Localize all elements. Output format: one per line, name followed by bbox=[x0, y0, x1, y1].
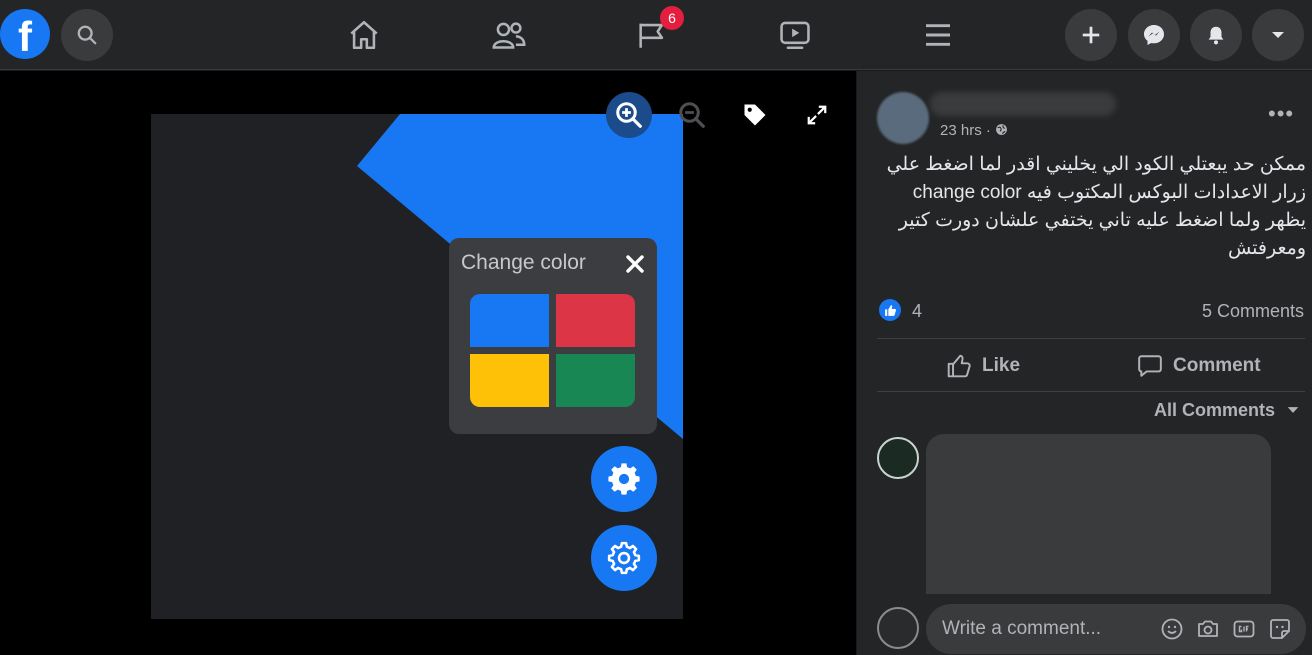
like-reaction-icon[interactable] bbox=[879, 299, 901, 321]
facebook-logo[interactable]: f bbox=[0, 9, 50, 59]
like-count[interactable]: 4 bbox=[912, 301, 922, 322]
settings-button-filled[interactable] bbox=[591, 446, 657, 512]
caret-down-icon bbox=[1287, 407, 1299, 413]
notifications-button[interactable] bbox=[1190, 9, 1242, 61]
nav-home[interactable] bbox=[346, 17, 382, 53]
messenger-button[interactable] bbox=[1128, 9, 1180, 61]
comment-bubble-redacted bbox=[926, 434, 1271, 594]
comment-icon bbox=[1138, 355, 1162, 377]
zoom-out-icon bbox=[679, 102, 705, 128]
comment-label: Comment bbox=[1173, 355, 1261, 376]
gif-icon bbox=[1233, 620, 1255, 638]
emoji-icon bbox=[1161, 618, 1183, 640]
thumbs-up-icon bbox=[884, 304, 896, 316]
gear-outline-icon bbox=[607, 541, 641, 575]
change-color-popup: Change color bbox=[449, 238, 657, 434]
comment-input[interactable] bbox=[942, 604, 1142, 654]
swatch-red[interactable] bbox=[556, 294, 635, 347]
plus-icon bbox=[1082, 26, 1100, 44]
public-globe-icon bbox=[996, 124, 1007, 135]
comment-composer bbox=[926, 604, 1306, 654]
like-button[interactable]: Like bbox=[946, 350, 1020, 382]
settings-button-outline[interactable] bbox=[591, 525, 657, 591]
divider bbox=[877, 391, 1305, 392]
home-icon bbox=[350, 20, 378, 50]
swatch-green[interactable] bbox=[556, 354, 635, 407]
emoji-button[interactable] bbox=[1159, 616, 1185, 642]
expand-icon bbox=[807, 105, 827, 125]
post-time-text: 23 hrs · bbox=[940, 122, 991, 139]
post-text: ممكن حد يبعتلي الكود الي يخليني اقدر لما… bbox=[886, 154, 1306, 259]
author-avatar[interactable] bbox=[877, 92, 929, 144]
close-icon[interactable] bbox=[623, 252, 647, 276]
zoom-in-icon bbox=[616, 102, 642, 128]
swatch-blue[interactable] bbox=[470, 294, 549, 347]
commenter-avatar[interactable] bbox=[877, 437, 919, 479]
gif-button[interactable] bbox=[1231, 616, 1257, 642]
more-options-icon[interactable]: ••• bbox=[1268, 103, 1294, 125]
gear-icon bbox=[608, 463, 640, 495]
like-icon bbox=[947, 354, 971, 378]
comments-count[interactable]: 5 Comments bbox=[1202, 301, 1304, 322]
messenger-icon bbox=[1144, 25, 1164, 45]
bell-icon bbox=[1208, 26, 1224, 45]
tag-photo-button[interactable] bbox=[732, 92, 778, 138]
camera-icon bbox=[1198, 620, 1218, 637]
comment-button[interactable]: Comment bbox=[1137, 350, 1261, 382]
friends-icon bbox=[492, 22, 526, 49]
facebook-logo-letter: f bbox=[18, 13, 32, 59]
top-navigation-bar: f 6 bbox=[0, 0, 1312, 70]
sticker-icon bbox=[1270, 619, 1290, 639]
nav-watch[interactable] bbox=[777, 17, 813, 53]
tag-icon bbox=[744, 104, 766, 126]
nav-menu[interactable] bbox=[920, 17, 956, 53]
like-label: Like bbox=[982, 355, 1021, 376]
divider bbox=[877, 338, 1305, 339]
all-comments-label: All Comments bbox=[1154, 400, 1276, 420]
nav-friends[interactable] bbox=[491, 17, 527, 53]
account-button[interactable] bbox=[1252, 9, 1304, 61]
popup-title: Change color bbox=[461, 251, 586, 274]
sticker-button[interactable] bbox=[1267, 616, 1293, 642]
post-timestamp[interactable]: 23 hrs · bbox=[940, 122, 1008, 139]
search-icon bbox=[77, 25, 97, 45]
video-icon bbox=[780, 21, 810, 50]
zoom-out-button[interactable] bbox=[669, 92, 715, 138]
comment-filter-dropdown[interactable]: All Comments bbox=[1154, 400, 1300, 421]
notifications-badge: 6 bbox=[660, 6, 684, 30]
menu-icon bbox=[926, 24, 950, 46]
caret-down-icon bbox=[1272, 32, 1284, 38]
current-user-avatar[interactable] bbox=[877, 607, 919, 649]
photo-attach-button[interactable] bbox=[1195, 616, 1221, 642]
swatch-yellow[interactable] bbox=[470, 354, 549, 407]
author-name-redacted[interactable] bbox=[930, 92, 1116, 116]
zoom-in-button[interactable] bbox=[606, 92, 652, 138]
search-button[interactable] bbox=[61, 9, 113, 61]
fullscreen-button[interactable] bbox=[794, 92, 840, 138]
create-button[interactable] bbox=[1065, 9, 1117, 61]
